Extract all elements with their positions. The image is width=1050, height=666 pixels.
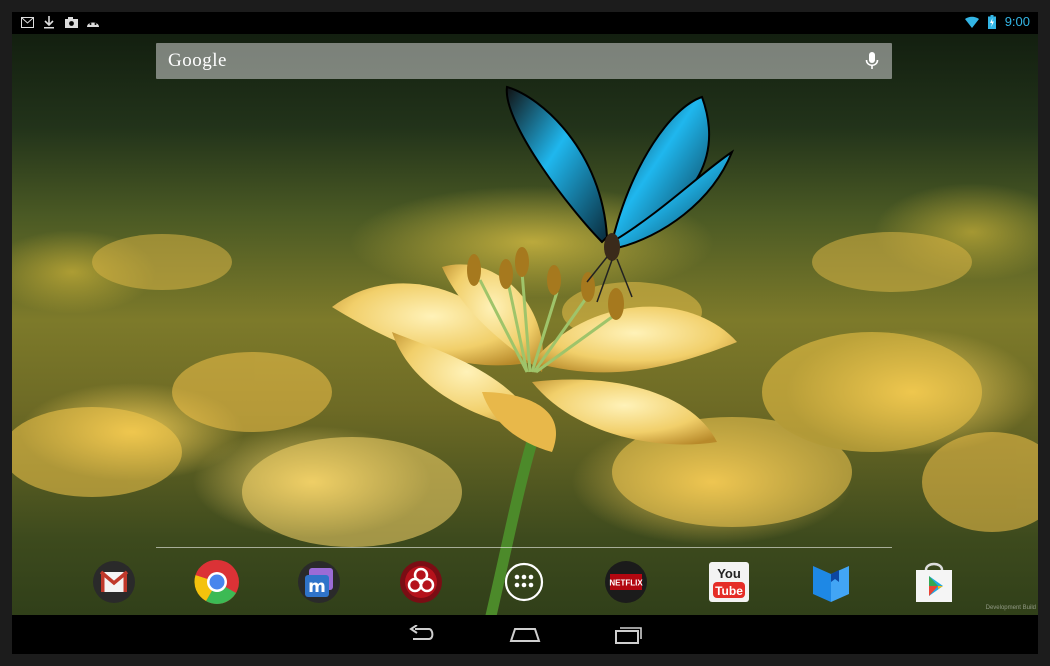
dock-app-play-books[interactable]: [807, 558, 855, 606]
dock-app-messenger[interactable]: m: [295, 558, 343, 606]
back-button[interactable]: [402, 621, 442, 647]
dock-app-gmail[interactable]: [90, 558, 138, 606]
notification-icons[interactable]: [20, 15, 100, 29]
dock-app-youtube[interactable]: You Tube: [705, 558, 753, 606]
dock-divider: [156, 547, 892, 548]
navigation-bar: [12, 615, 1038, 654]
home-screen: 9:00 Google m NETFLIX You Tube Developme…: [12, 12, 1038, 654]
youtube-logo-you: You: [717, 566, 741, 581]
recent-apps-icon: [615, 627, 642, 644]
google-search-bar[interactable]: Google: [156, 43, 892, 79]
gmail-icon: [93, 561, 135, 603]
butterfly: [505, 85, 735, 303]
battery-charging-icon: [985, 14, 999, 29]
status-bar[interactable]: 9:00: [12, 12, 1038, 34]
home-button[interactable]: [505, 621, 545, 647]
netflix-logo-text: NETFLIX: [609, 579, 643, 588]
development-build-watermark: Development Build: [985, 605, 1036, 611]
download-icon[interactable]: [42, 15, 56, 29]
play-books-icon: [813, 566, 849, 602]
home-icon: [509, 628, 541, 642]
status-clock[interactable]: 9:00: [1005, 14, 1030, 29]
dock-app-play-store[interactable]: [910, 558, 958, 606]
microphone-icon[interactable]: [862, 51, 882, 71]
camera-icon[interactable]: [64, 15, 78, 29]
dock-app-chrome[interactable]: [193, 558, 241, 606]
android-icon[interactable]: [86, 15, 100, 29]
chrome-icon: [194, 559, 239, 604]
background-flowers: [12, 232, 1038, 547]
youtube-icon: You Tube: [709, 562, 749, 602]
app-drawer-icon: [504, 562, 544, 602]
biohazard-icon: [400, 561, 442, 603]
svg-text:m: m: [308, 577, 326, 597]
youtube-logo-tube: Tube: [715, 584, 743, 598]
recent-apps-button[interactable]: [608, 621, 648, 647]
gmail-icon[interactable]: [20, 15, 34, 29]
netflix-icon: NETFLIX: [605, 561, 647, 603]
messenger-icon: m: [298, 561, 340, 603]
wifi-icon: [964, 15, 979, 29]
play-store-icon: [916, 562, 952, 602]
dock-app-netflix[interactable]: NETFLIX: [602, 558, 650, 606]
device-frame: 9:00 Google m NETFLIX You Tube Developme…: [0, 0, 1050, 666]
back-icon: [409, 625, 434, 640]
system-status[interactable]: 9:00: [964, 14, 1030, 29]
favorites-dock: m NETFLIX You Tube: [72, 558, 992, 610]
all-apps-button[interactable]: [500, 558, 548, 606]
google-logo[interactable]: Google: [168, 50, 227, 72]
dock-app-plague[interactable]: [397, 558, 445, 606]
